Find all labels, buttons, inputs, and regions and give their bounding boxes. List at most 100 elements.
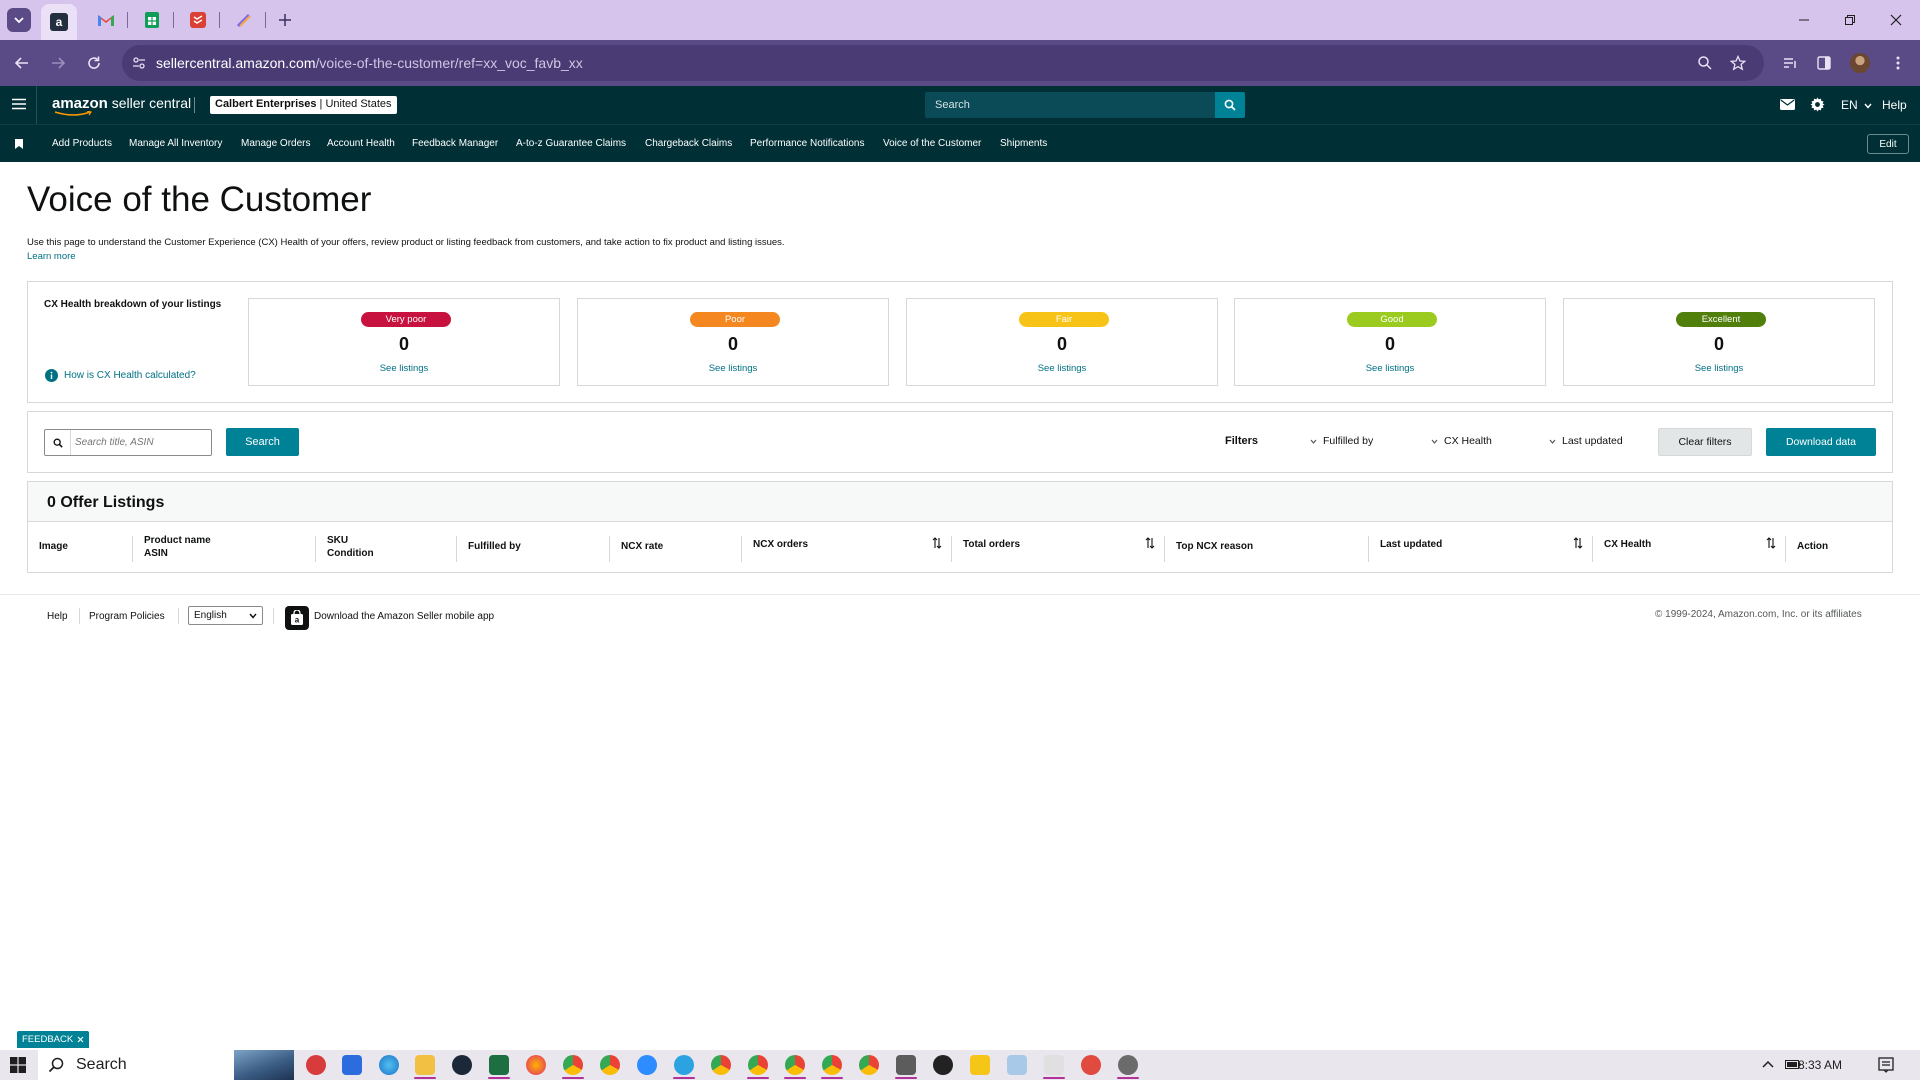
nav-manage-orders[interactable]: Manage Orders (241, 138, 310, 149)
cx-health-info-link[interactable]: How is CX Health calculated? (45, 369, 196, 382)
tab-clickup[interactable] (232, 6, 256, 34)
nav-performance-notifications[interactable]: Performance Notifications (750, 138, 865, 149)
column-cx-health[interactable]: CX Health (1604, 538, 1651, 551)
sort-icon[interactable] (1573, 537, 1583, 549)
header-search-input[interactable]: Search (925, 92, 1215, 118)
chrome-profile-icon[interactable] (785, 1055, 805, 1075)
nav-a-to-z-claims[interactable]: A-to-z Guarantee Claims (516, 138, 626, 149)
side-panel-button[interactable] (1812, 51, 1836, 75)
sort-icon[interactable] (1145, 537, 1155, 549)
start-button[interactable] (10, 1057, 26, 1073)
bookmark-icon[interactable] (15, 139, 23, 149)
header-search-button[interactable] (1215, 92, 1245, 118)
restore-button[interactable] (1827, 8, 1873, 32)
notepad-icon[interactable] (1007, 1055, 1027, 1075)
fair-see-listings-link[interactable]: See listings (907, 363, 1217, 374)
footer-help-link[interactable]: Help (47, 611, 68, 622)
footer-language-select[interactable]: English (188, 606, 263, 625)
nav-chargeback-claims[interactable]: Chargeback Claims (645, 138, 732, 149)
column-ncx-orders[interactable]: NCX orders (753, 538, 808, 551)
firefox-icon[interactable] (526, 1055, 546, 1075)
minimize-button[interactable] (1781, 8, 1827, 32)
nav-manage-all-inventory[interactable]: Manage All Inventory (129, 138, 222, 149)
cx-health-dropdown[interactable]: CX Health (1431, 435, 1492, 447)
site-info-icon[interactable] (132, 56, 146, 70)
poor-see-listings-link[interactable]: See listings (578, 363, 888, 374)
new-tab-button[interactable] (273, 6, 297, 34)
github-icon[interactable] (933, 1055, 953, 1075)
chrome-profile-icon[interactable] (600, 1055, 620, 1075)
excellent-see-listings-link[interactable]: See listings (1564, 363, 1874, 374)
taskbar-search[interactable]: Search (38, 1050, 294, 1080)
browser-menu-button[interactable] (1886, 51, 1910, 75)
listing-search-field[interactable] (44, 429, 212, 456)
sort-icon[interactable] (932, 537, 942, 549)
close-icon[interactable] (77, 1036, 84, 1043)
chevron-up-icon[interactable] (1762, 1060, 1774, 1068)
nav-shipments[interactable]: Shipments (1000, 138, 1047, 149)
tab-sheets[interactable] (140, 6, 164, 34)
excel-icon[interactable] (489, 1055, 509, 1075)
chrome-profile-icon[interactable] (711, 1055, 731, 1075)
steam-icon[interactable] (452, 1055, 472, 1075)
sort-icon[interactable] (1766, 537, 1776, 549)
app-store-icon[interactable] (342, 1055, 362, 1075)
listing-search-input[interactable] (75, 434, 205, 451)
language-selector[interactable]: EN (1841, 98, 1872, 112)
seller-central-logo[interactable]: amazon seller central (52, 95, 191, 116)
profile-button[interactable] (1848, 51, 1872, 75)
zoom-app-icon[interactable] (637, 1055, 657, 1075)
media-control-button[interactable] (1778, 51, 1802, 75)
clear-filters-button[interactable]: Clear filters (1658, 428, 1752, 456)
tab-todoist[interactable] (186, 6, 210, 34)
nav-add-products[interactable]: Add Products (52, 138, 112, 149)
very-poor-see-listings-link[interactable]: See listings (249, 363, 559, 374)
last-updated-dropdown[interactable]: Last updated (1549, 435, 1623, 447)
download-data-button[interactable]: Download data (1766, 428, 1876, 456)
account-switcher[interactable]: Calbert Enterprises | United States (210, 96, 397, 114)
tab-gmail[interactable] (94, 6, 118, 34)
mail-icon[interactable] (1780, 99, 1795, 110)
chrome-profile-icon[interactable] (748, 1055, 768, 1075)
tab-search-button[interactable] (7, 8, 31, 32)
chrome-profile-icon[interactable] (822, 1055, 842, 1075)
notification-icon[interactable] (1878, 1057, 1894, 1073)
settings-icon[interactable] (1118, 1055, 1138, 1075)
hamburger-menu-button[interactable] (12, 98, 26, 110)
mobile-app-link[interactable]: Download the Amazon Seller mobile app (314, 611, 494, 622)
address-bar[interactable]: sellercentral.amazon.com/voice-of-the-cu… (122, 45, 1764, 81)
forward-button[interactable] (46, 51, 70, 75)
bookmark-star-icon[interactable] (1730, 55, 1746, 71)
close-window-button[interactable] (1873, 8, 1919, 32)
chrome-profile-icon[interactable] (859, 1055, 879, 1075)
reload-button[interactable] (82, 51, 106, 75)
tab-amazon[interactable]: a (41, 4, 77, 40)
zoom-icon[interactable] (1697, 55, 1713, 71)
learn-more-link[interactable]: Learn more (27, 251, 76, 262)
column-last-updated[interactable]: Last updated (1380, 538, 1442, 551)
edge-icon[interactable] (379, 1055, 399, 1075)
telegram-icon[interactable] (674, 1055, 694, 1075)
good-see-listings-link[interactable]: See listings (1235, 363, 1545, 374)
column-total-orders[interactable]: Total orders (963, 538, 1020, 551)
edit-bookmarks-button[interactable]: Edit (1867, 134, 1909, 154)
nav-voice-of-the-customer[interactable]: Voice of the Customer (883, 138, 981, 149)
file-explorer-icon[interactable] (415, 1055, 435, 1075)
back-button[interactable] (10, 51, 34, 75)
taskbar-clock[interactable]: 8:33 AM (1798, 1058, 1842, 1072)
paint-icon[interactable] (1081, 1055, 1101, 1075)
app-record-icon[interactable] (306, 1055, 326, 1075)
gear-icon[interactable] (1810, 97, 1825, 112)
seller-app-icon[interactable]: a (285, 606, 309, 630)
nav-account-health[interactable]: Account Health (327, 138, 395, 149)
program-policies-link[interactable]: Program Policies (89, 611, 165, 622)
snipping-tool-icon[interactable] (1044, 1055, 1064, 1075)
help-link[interactable]: Help (1882, 98, 1907, 112)
fulfilled-by-dropdown[interactable]: Fulfilled by (1310, 435, 1373, 447)
feedback-tab[interactable]: FEEDBACK (17, 1031, 90, 1048)
sticky-notes-icon[interactable] (970, 1055, 990, 1075)
calculator-icon[interactable] (896, 1055, 916, 1075)
nav-feedback-manager[interactable]: Feedback Manager (412, 138, 498, 149)
chrome-icon[interactable] (563, 1055, 583, 1075)
search-button[interactable]: Search (226, 428, 299, 456)
